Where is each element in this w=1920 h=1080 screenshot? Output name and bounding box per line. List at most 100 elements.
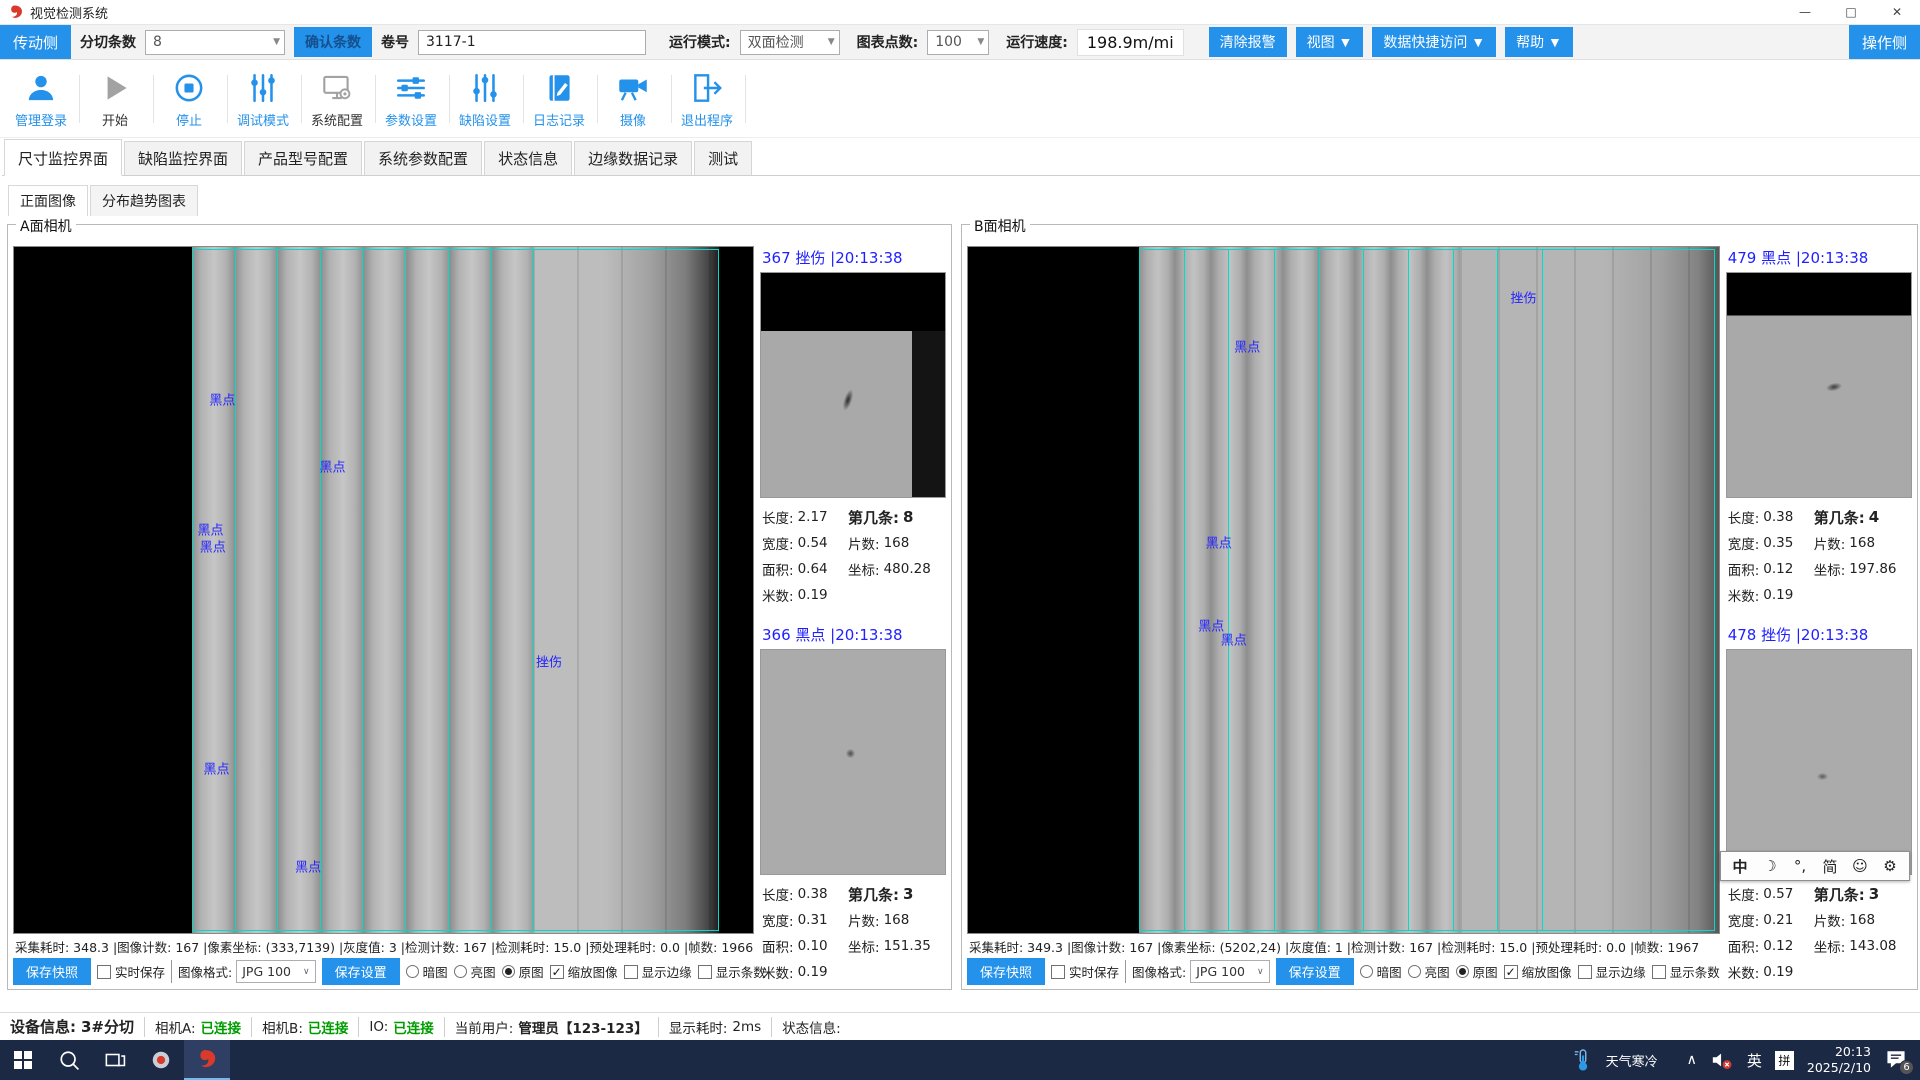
roll-number-input[interactable]: 3117-1 bbox=[418, 30, 646, 55]
capture-button[interactable]: 摄像 bbox=[596, 69, 670, 129]
sub-tab-2[interactable]: 分布趋势图表 bbox=[90, 185, 198, 216]
sub-tab-1[interactable]: 正面图像 bbox=[8, 185, 88, 216]
strip-divider-line bbox=[490, 249, 491, 931]
minimize-button[interactable]: — bbox=[1782, 0, 1828, 24]
strip-divider-line bbox=[1408, 249, 1409, 931]
exit-program-button[interactable]: 退出程序 bbox=[670, 69, 744, 129]
defect-mark bbox=[1825, 381, 1842, 392]
search-button[interactable] bbox=[46, 1040, 92, 1080]
run-mode-select[interactable]: 双面检测 ▼ bbox=[740, 30, 840, 55]
stat-row: 宽度:0.21 bbox=[1728, 907, 1814, 933]
search-icon bbox=[57, 1048, 81, 1072]
param-settings-button[interactable]: 参数设置 bbox=[374, 69, 448, 129]
sliders-vertical-icon bbox=[245, 69, 281, 107]
stat-row: 第几条:3 bbox=[1814, 881, 1897, 907]
start-button[interactable] bbox=[0, 1040, 46, 1080]
monitor-gear-icon bbox=[319, 69, 355, 107]
hidden-icons-chevron[interactable]: ∧ bbox=[1687, 1052, 1697, 1068]
weather-text[interactable]: 天气寒冷 bbox=[1606, 1051, 1658, 1070]
chart-points-value: 100 bbox=[935, 34, 962, 50]
camera-a-label: 相机A: bbox=[155, 1017, 196, 1037]
defect-settings-button[interactable]: 缺陷设置 bbox=[448, 69, 522, 129]
data-quick-access-button[interactable]: 数据快捷访问 ▼ bbox=[1372, 27, 1496, 57]
image-format-select[interactable]: JPG 100∨ bbox=[1190, 960, 1269, 983]
dark-image-radio[interactable] bbox=[406, 965, 419, 978]
bright-image-radio[interactable] bbox=[1408, 965, 1421, 978]
run-speed-value: 198.9m/mi bbox=[1077, 29, 1184, 56]
defect-label: 黑点 bbox=[198, 519, 224, 538]
start-button[interactable]: 开始 bbox=[78, 69, 152, 129]
confirm-count-button[interactable]: 确认条数 bbox=[294, 27, 372, 57]
thermometer-icon bbox=[1573, 1048, 1593, 1072]
ime-simplified[interactable]: 简 bbox=[1815, 853, 1845, 879]
save-snapshot-button[interactable]: 保存快照 bbox=[13, 958, 91, 985]
speaker-muted-icon[interactable] bbox=[1710, 1049, 1734, 1071]
taskbar-app-vision-system[interactable] bbox=[184, 1040, 230, 1080]
display-time-label: 显示耗时: bbox=[669, 1017, 728, 1037]
save-snapshot-button[interactable]: 保存快照 bbox=[967, 958, 1045, 985]
main-tab-4[interactable]: 系统参数配置 bbox=[364, 141, 482, 175]
zoom-image-checkbox[interactable]: ✓ bbox=[550, 965, 564, 979]
show-edge-checkbox[interactable] bbox=[1578, 965, 1592, 979]
main-tab-5[interactable]: 状态信息 bbox=[484, 141, 572, 175]
original-image-radio[interactable] bbox=[502, 965, 515, 978]
log-record-button[interactable]: 日志记录 bbox=[522, 69, 596, 129]
system-config-button[interactable]: 系统配置 bbox=[300, 69, 374, 129]
stat-row: 片数:168 bbox=[1814, 907, 1897, 933]
operator-side-button[interactable]: 操作侧 bbox=[1849, 25, 1920, 59]
stop-button[interactable]: 停止 bbox=[152, 69, 226, 129]
show-count-checkbox[interactable] bbox=[1652, 965, 1666, 979]
debug-mode-button[interactable]: 调试模式 bbox=[226, 69, 300, 129]
main-tab-1[interactable]: 尺寸监控界面 bbox=[4, 139, 122, 176]
image-format-select[interactable]: JPG 100∨ bbox=[236, 960, 315, 983]
display-time-value: 2ms bbox=[732, 1019, 761, 1035]
strip-boundary-box bbox=[192, 249, 719, 931]
ime-punctuation-icon[interactable]: °, bbox=[1785, 853, 1815, 879]
notification-center-button[interactable]: 6 bbox=[1884, 1047, 1910, 1073]
zoom-image-checkbox[interactable]: ✓ bbox=[1504, 965, 1518, 979]
original-image-label: 原图 bbox=[1473, 962, 1498, 981]
ime-mode-indicator[interactable]: 拼 bbox=[1775, 1051, 1794, 1070]
taskbar-app-1[interactable] bbox=[138, 1040, 184, 1080]
maximize-button[interactable]: □ bbox=[1828, 0, 1874, 24]
drive-side-button[interactable]: 传动侧 bbox=[0, 25, 71, 59]
help-menu-button[interactable]: 帮助 ▼ bbox=[1505, 27, 1573, 57]
task-view-button[interactable] bbox=[92, 1040, 138, 1080]
dark-image-label: 暗图 bbox=[423, 962, 448, 981]
clock[interactable]: 20:13 2025/2/10 bbox=[1807, 1044, 1871, 1077]
view-menu-button[interactable]: 视图 ▼ bbox=[1296, 27, 1364, 57]
strip-divider-line bbox=[1274, 249, 1275, 931]
main-tab-2[interactable]: 缺陷监控界面 bbox=[124, 141, 242, 175]
ime-emoji-icon[interactable]: ☺ bbox=[1845, 853, 1875, 879]
main-tab-6[interactable]: 边缘数据记录 bbox=[574, 141, 692, 175]
close-button[interactable]: ✕ bbox=[1874, 0, 1920, 24]
icon-label: 调试模式 bbox=[237, 110, 289, 129]
ime-cn-mode[interactable]: 中 bbox=[1725, 853, 1755, 879]
admin-login-button[interactable]: 管理登录 bbox=[4, 69, 78, 129]
main-tab-3[interactable]: 产品型号配置 bbox=[244, 141, 362, 175]
main-tab-7[interactable]: 测试 bbox=[694, 141, 752, 175]
device-info-label: 设备信息: bbox=[10, 1016, 76, 1037]
ime-fullwidth-icon[interactable]: ☽ bbox=[1755, 853, 1785, 879]
show-count-label: 显示条数 bbox=[716, 962, 766, 981]
panel-camera-a: A面相机 黑点黑点黑点黑点挫伤黑点黑点 采集耗时: 348.3 |图像计数: 1… bbox=[7, 224, 952, 990]
show-count-checkbox[interactable] bbox=[698, 965, 712, 979]
stat-row: 长度:2.17 bbox=[762, 504, 848, 530]
save-settings-button[interactable]: 保存设置 bbox=[1276, 958, 1354, 985]
chart-points-select[interactable]: 100 ▼ bbox=[927, 30, 989, 55]
bright-image-radio[interactable] bbox=[454, 965, 467, 978]
ime-settings-icon[interactable]: ⚙ bbox=[1875, 853, 1905, 879]
original-image-radio[interactable] bbox=[1456, 965, 1469, 978]
show-edge-checkbox[interactable] bbox=[624, 965, 638, 979]
strip-divider-line bbox=[1497, 249, 1498, 931]
realtime-save-checkbox[interactable] bbox=[1051, 965, 1065, 979]
language-indicator[interactable]: 英 bbox=[1747, 1050, 1762, 1071]
realtime-save-checkbox[interactable] bbox=[97, 965, 111, 979]
dark-image-radio[interactable] bbox=[1360, 965, 1373, 978]
stat-row: 米数:0.19 bbox=[1728, 959, 1814, 985]
slit-count-select[interactable]: 8 ▼ bbox=[145, 30, 285, 55]
chevron-down-icon: ▼ bbox=[267, 37, 280, 47]
icon-label: 日志记录 bbox=[533, 110, 585, 129]
clear-alarm-button[interactable]: 清除报警 bbox=[1209, 27, 1287, 57]
save-settings-button[interactable]: 保存设置 bbox=[322, 958, 400, 985]
